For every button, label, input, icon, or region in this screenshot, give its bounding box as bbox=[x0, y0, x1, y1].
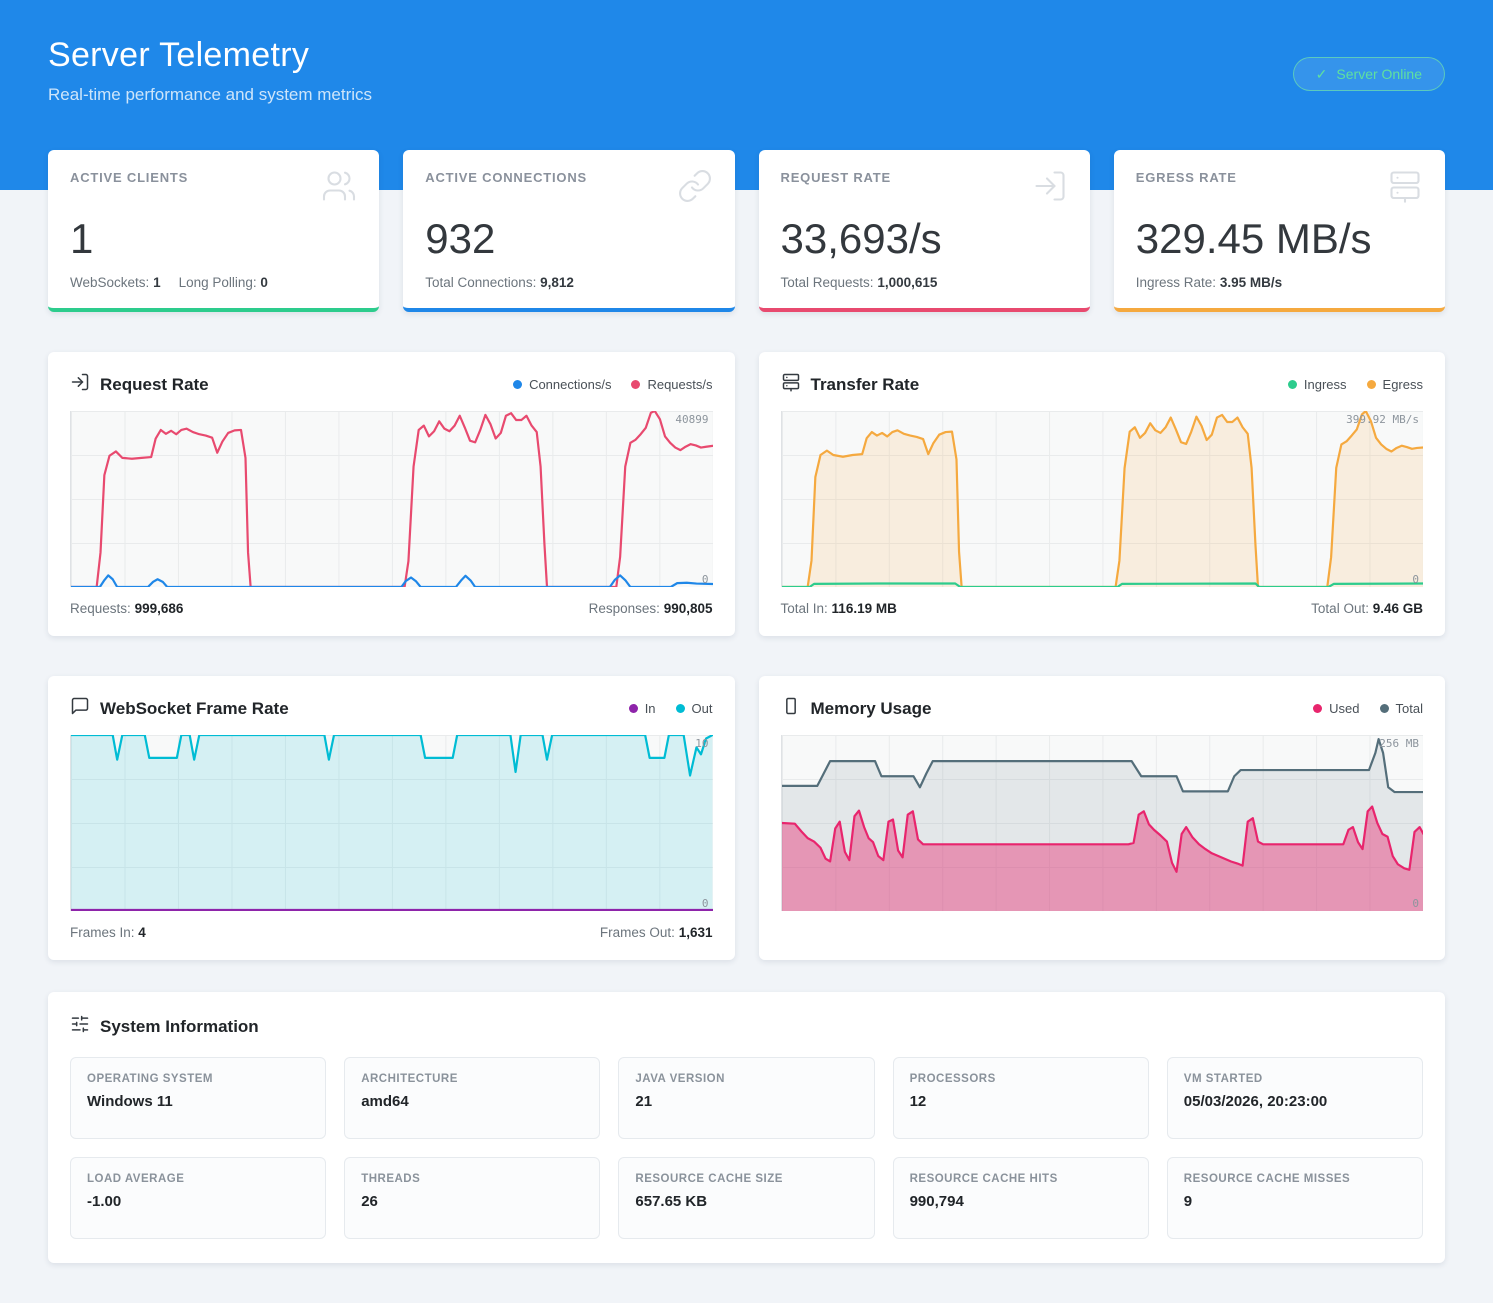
message-square-icon bbox=[70, 696, 90, 721]
sys-item-processors: PROCESSORS 12 bbox=[893, 1057, 1149, 1139]
check-icon: ✓ bbox=[1316, 66, 1328, 83]
chart-legend: Used Total bbox=[1313, 701, 1423, 716]
sys-item-vm-started: VM STARTED 05/03/2026, 20:23:00 bbox=[1167, 1057, 1423, 1139]
stat-substat: WebSockets: 1 bbox=[70, 275, 161, 290]
sys-item-threads: THREADS 26 bbox=[344, 1157, 600, 1239]
legend-dot bbox=[676, 704, 685, 713]
request-rate-chart-card: Request Rate Connections/s Requests/s 40… bbox=[48, 352, 735, 636]
legend-dot bbox=[1367, 380, 1376, 389]
login-arrow-icon bbox=[1032, 168, 1068, 209]
chart-title: WebSocket Frame Rate bbox=[100, 699, 289, 719]
chart-footer-stat: Total Out: 9.46 GB bbox=[1311, 601, 1423, 616]
legend-dot bbox=[513, 380, 522, 389]
users-icon bbox=[321, 168, 357, 209]
y-axis-max-label: 256 MB bbox=[1379, 737, 1419, 750]
stat-label: ACTIVE CONNECTIONS bbox=[425, 170, 587, 185]
stat-value: 33,693/s bbox=[781, 217, 1068, 261]
chart-footer-stat: Responses: 990,805 bbox=[589, 601, 713, 616]
stat-cards-row: ACTIVE CLIENTS 1 WebSockets: 1 Long Poll… bbox=[0, 150, 1493, 312]
memory-usage-chart-card: Memory Usage Used Total 256 MB 0 bbox=[759, 676, 1446, 960]
stat-card-request-rate: REQUEST RATE 33,693/s Total Requests: 1,… bbox=[759, 150, 1090, 312]
transfer-rate-plot: 399.92 MB/s 0 bbox=[781, 411, 1424, 587]
y-axis-max-label: 40899 bbox=[675, 413, 708, 426]
stat-value: 932 bbox=[425, 217, 712, 261]
system-info-grid: OPERATING SYSTEM Windows 11 ARCHITECTURE… bbox=[70, 1057, 1423, 1239]
legend-dot bbox=[631, 380, 640, 389]
y-axis-min-label: 0 bbox=[1412, 573, 1419, 586]
server-status-label: Server Online bbox=[1336, 66, 1422, 82]
legend-dot bbox=[629, 704, 638, 713]
chart-footer-stat: Total In: 116.19 MB bbox=[781, 601, 897, 616]
chart-title: Transfer Rate bbox=[811, 375, 920, 395]
chart-legend: In Out bbox=[629, 701, 713, 716]
sys-item-resource-cache-misses: RESOURCE CACHE MISSES 9 bbox=[1167, 1157, 1423, 1239]
chart-legend: Connections/s Requests/s bbox=[513, 377, 712, 392]
login-arrow-icon bbox=[70, 372, 90, 397]
link-icon bbox=[677, 168, 713, 209]
chart-footer-stat: Frames In: 4 bbox=[70, 925, 146, 940]
page-title: Server Telemetry bbox=[48, 36, 1445, 75]
stat-substat: Total Connections: 9,812 bbox=[425, 275, 574, 290]
y-axis-min-label: 0 bbox=[702, 573, 709, 586]
stat-label: EGRESS RATE bbox=[1136, 170, 1237, 185]
websocket-frame-rate-plot: 10 0 bbox=[70, 735, 713, 911]
chart-title: Memory Usage bbox=[811, 699, 932, 719]
charts-row-2: WebSocket Frame Rate In Out 10 0 Frames … bbox=[0, 676, 1493, 960]
sys-item-resource-cache-hits: RESOURCE CACHE HITS 990,794 bbox=[893, 1157, 1149, 1239]
stat-substat: Long Polling: 0 bbox=[179, 275, 268, 290]
transfer-rate-chart-card: Transfer Rate Ingress Egress 399.92 MB/s… bbox=[759, 352, 1446, 636]
sys-item-architecture: ARCHITECTURE amd64 bbox=[344, 1057, 600, 1139]
sys-item-resource-cache-size: RESOURCE CACHE SIZE 657.65 KB bbox=[618, 1157, 874, 1239]
legend-item: Requests/s bbox=[631, 377, 712, 392]
legend-item: Total bbox=[1380, 701, 1423, 716]
legend-item: Out bbox=[676, 701, 713, 716]
legend-item: Egress bbox=[1367, 377, 1423, 392]
chart-footer-stat: Requests: 999,686 bbox=[70, 601, 183, 616]
sliders-icon bbox=[70, 1014, 90, 1039]
server-status-badge: ✓ Server Online bbox=[1293, 57, 1445, 91]
system-information-card: System Information OPERATING SYSTEM Wind… bbox=[48, 992, 1445, 1263]
server-icon bbox=[1387, 168, 1423, 209]
stat-card-egress-rate: EGRESS RATE 329.45 MB/s Ingress Rate: 3.… bbox=[1114, 150, 1445, 312]
chart-title: Request Rate bbox=[100, 375, 209, 395]
legend-item: Connections/s bbox=[513, 377, 611, 392]
stat-label: ACTIVE CLIENTS bbox=[70, 170, 188, 185]
y-axis-max-label: 399.92 MB/s bbox=[1346, 413, 1419, 426]
websocket-frame-rate-chart-card: WebSocket Frame Rate In Out 10 0 Frames … bbox=[48, 676, 735, 960]
stat-card-active-clients: ACTIVE CLIENTS 1 WebSockets: 1 Long Poll… bbox=[48, 150, 379, 312]
y-axis-min-label: 0 bbox=[702, 897, 709, 910]
chart-legend: Ingress Egress bbox=[1288, 377, 1423, 392]
stat-card-active-connections: ACTIVE CONNECTIONS 932 Total Connections… bbox=[403, 150, 734, 312]
legend-dot bbox=[1313, 704, 1322, 713]
sys-item-operating-system: OPERATING SYSTEM Windows 11 bbox=[70, 1057, 326, 1139]
charts-row-1: Request Rate Connections/s Requests/s 40… bbox=[0, 352, 1493, 636]
legend-item: Used bbox=[1313, 701, 1359, 716]
sys-item-load-average: LOAD AVERAGE -1.00 bbox=[70, 1157, 326, 1239]
section-title: System Information bbox=[100, 1017, 259, 1037]
sys-item-java-version: JAVA VERSION 21 bbox=[618, 1057, 874, 1139]
stat-value: 329.45 MB/s bbox=[1136, 217, 1423, 261]
legend-item: In bbox=[629, 701, 656, 716]
stat-value: 1 bbox=[70, 217, 357, 261]
memory-usage-plot: 256 MB 0 bbox=[781, 735, 1424, 911]
memory-icon bbox=[781, 696, 801, 721]
legend-dot bbox=[1288, 380, 1297, 389]
stat-substat: Total Requests: 1,000,615 bbox=[781, 275, 938, 290]
stat-substat: Ingress Rate: 3.95 MB/s bbox=[1136, 275, 1282, 290]
page-subtitle: Real-time performance and system metrics bbox=[48, 85, 1445, 105]
legend-item: Ingress bbox=[1288, 377, 1347, 392]
legend-dot bbox=[1380, 704, 1389, 713]
server-icon bbox=[781, 372, 801, 397]
chart-footer-stat: Frames Out: 1,631 bbox=[600, 925, 713, 940]
y-axis-max-label: 10 bbox=[695, 737, 708, 750]
stat-label: REQUEST RATE bbox=[781, 170, 891, 185]
y-axis-min-label: 0 bbox=[1412, 897, 1419, 910]
request-rate-plot: 40899 0 bbox=[70, 411, 713, 587]
